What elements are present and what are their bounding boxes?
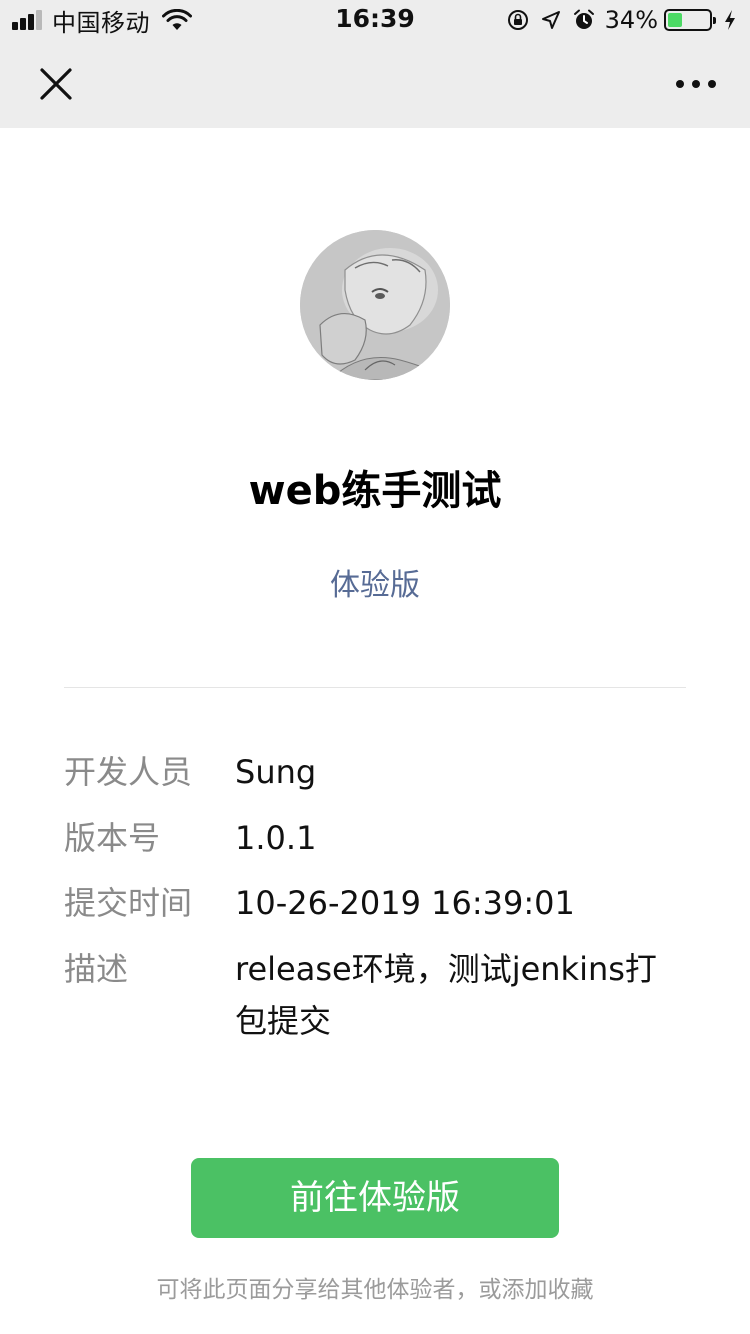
charging-icon [725, 10, 735, 30]
info-value: Sung [235, 753, 317, 791]
close-button[interactable] [28, 56, 84, 112]
avatar-illustration [300, 230, 450, 380]
info-row-version: 版本号 1.0.1 [64, 812, 686, 864]
screen: 中国移动 16:39 34% web练手测试 体验版 开发人员 Sung 版本号… [0, 0, 750, 1334]
version-tag: 体验版 [330, 568, 420, 603]
share-hint: 可将此页面分享给其他体验者，或添加收藏 [156, 1277, 594, 1303]
info-value: 1.0.1 [235, 819, 317, 857]
location-icon [541, 11, 560, 29]
app-name: web练手测试 [248, 468, 502, 514]
more-icon-dot [692, 80, 700, 88]
divider [64, 687, 686, 688]
app-avatar [300, 230, 450, 380]
info-row-submit-time: 提交时间 10-26-2019 16:39:01 [64, 877, 686, 929]
more-icon-dot [676, 80, 684, 88]
info-row-developer: 开发人员 Sung [64, 746, 686, 798]
info-value: release环境，测试jenkins打包提交 [235, 950, 657, 1040]
orientation-lock-icon [507, 10, 528, 30]
info-value: 10-26-2019 16:39:01 [235, 884, 575, 922]
info-label: 版本号 [64, 819, 161, 857]
battery-percent: 34% [604, 6, 658, 34]
more-icon-dot [708, 80, 716, 88]
battery-icon [664, 9, 716, 31]
close-icon [40, 68, 72, 100]
info-row-description: 描述 release环境，测试jenkins打包提交 [64, 943, 686, 1047]
info-label: 开发人员 [64, 753, 193, 791]
info-label: 描述 [64, 950, 129, 988]
status-right: 34% [495, 6, 736, 34]
info-label: 提交时间 [64, 884, 193, 922]
more-button[interactable] [668, 56, 724, 112]
nav-bar [0, 40, 750, 128]
go-to-trial-button[interactable]: 前往体验版 [191, 1158, 559, 1238]
alarm-icon [573, 9, 594, 29]
status-bar: 中国移动 16:39 34% [0, 0, 750, 40]
